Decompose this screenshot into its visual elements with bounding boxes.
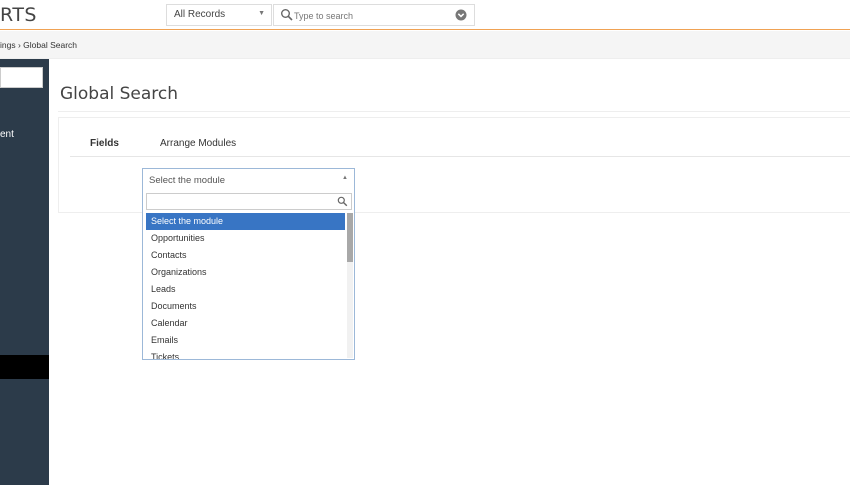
dropdown-scrollbar[interactable] <box>347 213 353 358</box>
search-input[interactable] <box>294 8 444 23</box>
module-option-organizations[interactable]: Organizations <box>146 264 345 281</box>
module-options-list: Select the module Opportunities Contacts… <box>146 213 353 359</box>
sidebar: ent <box>0 59 49 485</box>
page-title: Global Search <box>60 84 179 104</box>
top-bar: RTS All Records ▼ <box>0 0 850 30</box>
tab-arrange-modules[interactable]: Arrange Modules <box>160 138 236 149</box>
module-option-tickets[interactable]: Tickets <box>146 349 345 359</box>
dropdown-search-input[interactable] <box>146 193 352 210</box>
breadcrumb[interactable]: ings › Global Search <box>0 40 77 50</box>
module-select[interactable]: Select the module ▲ <box>142 168 355 192</box>
sidebar-item-label[interactable]: ent <box>0 129 14 140</box>
records-filter-select[interactable]: All Records ▼ <box>166 4 272 26</box>
chevron-down-icon: ▼ <box>258 10 265 17</box>
module-option-documents[interactable]: Documents <box>146 298 345 315</box>
module-option-leads[interactable]: Leads <box>146 281 345 298</box>
breadcrumb-bar: ings › Global Search <box>0 31 850 59</box>
module-select-value: Select the module <box>149 175 226 186</box>
module-option-emails[interactable]: Emails <box>146 332 345 349</box>
scrollbar-thumb[interactable] <box>347 213 353 262</box>
sidebar-active-item[interactable] <box>0 355 49 379</box>
divider <box>58 111 850 112</box>
records-filter-value: All Records <box>174 9 226 20</box>
global-search-box[interactable] <box>273 4 475 26</box>
module-option-calendar[interactable]: Calendar <box>146 315 345 332</box>
search-icon <box>337 196 348 207</box>
module-option-opportunities[interactable]: Opportunities <box>146 230 345 247</box>
chevron-up-icon: ▲ <box>342 175 348 181</box>
search-icon <box>281 9 293 21</box>
module-option-select-the-module[interactable]: Select the module <box>146 213 345 230</box>
tab-fields[interactable]: Fields <box>90 138 119 149</box>
advanced-search-icon[interactable] <box>455 9 467 21</box>
app-logo[interactable]: RTS <box>0 4 37 26</box>
sidebar-search-input[interactable] <box>0 67 43 88</box>
module-dropdown: Select the module Opportunities Contacts… <box>142 191 355 360</box>
divider <box>70 156 850 157</box>
module-option-contacts[interactable]: Contacts <box>146 247 345 264</box>
